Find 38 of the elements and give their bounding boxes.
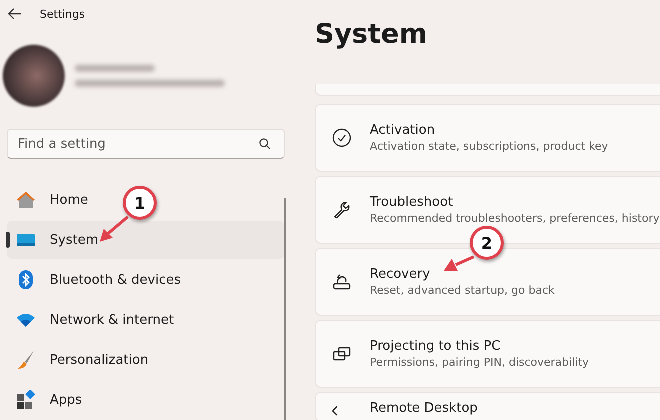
scrollbar[interactable] (284, 198, 286, 420)
card-description: Recommended troubleshooters, preferences, history (370, 212, 660, 225)
paintbrush-icon (16, 350, 36, 370)
wrench-icon (332, 200, 352, 220)
house-icon (16, 190, 36, 210)
page-title: System (315, 18, 428, 50)
settings-card[interactable]: Remote Desktop (315, 392, 660, 420)
card-title: Projecting to this PC (370, 339, 501, 354)
card-description: Activation state, subscriptions, product key (370, 140, 608, 153)
check-circle-icon (332, 128, 352, 148)
apps-icon (16, 390, 36, 410)
card-title: Recovery (370, 267, 430, 282)
card-title: Activation (370, 123, 436, 138)
nav-item[interactable]: Home (7, 181, 98, 219)
settings-card[interactable]: Recovery Reset, advanced startup, go back (315, 248, 660, 316)
avatar-circle (3, 45, 65, 107)
nav-item[interactable]: System (7, 221, 285, 259)
nav-item[interactable]: Apps (7, 381, 92, 419)
annotation-arrow (100, 216, 129, 242)
search-field[interactable]: Find a setting (7, 129, 285, 159)
recovery-icon (332, 272, 352, 292)
selection-indicator (6, 232, 10, 248)
chevron-icon (332, 406, 338, 416)
bluetooth-icon (16, 270, 36, 290)
window-title: Settings (40, 8, 86, 20)
settings-card[interactable]: Projecting to this PC Permissions, pairing PIN, discoverability (315, 320, 660, 388)
card-description: Permissions, pairing PIN, discoverability (370, 356, 590, 369)
card-description: Reset, advanced startup, go back (370, 284, 555, 297)
search-icon (259, 138, 271, 150)
annotation-arrow (444, 256, 475, 271)
back-arrow-icon[interactable] (8, 8, 22, 20)
card-title: Troubleshoot (370, 195, 454, 210)
step-number-callout: 1 (123, 186, 157, 220)
settings-card[interactable]: Activation Activation state, subscriptions, product key (315, 104, 660, 172)
nav-item[interactable]: Network & internet (7, 301, 184, 339)
nav-item[interactable]: Bluetooth & devices (7, 261, 191, 299)
card-title: Remote Desktop (370, 401, 478, 416)
nav-item[interactable]: Personalization (7, 341, 159, 379)
